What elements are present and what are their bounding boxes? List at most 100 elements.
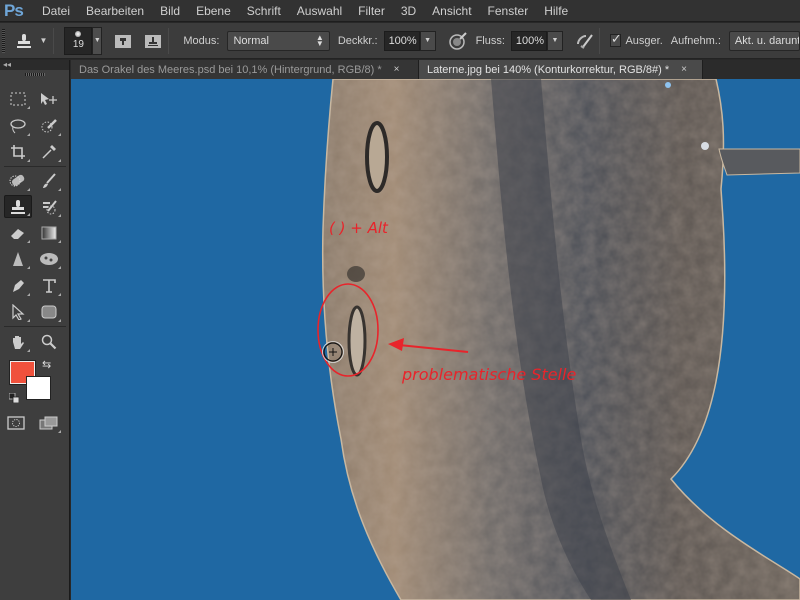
tool-crop[interactable] [5, 141, 31, 163]
tool-preset-picker[interactable]: ▼ [15, 32, 47, 50]
screen-mode-icon [39, 416, 58, 430]
airbrush-icon [576, 33, 593, 49]
pressure-opacity-button[interactable] [448, 31, 468, 51]
hand-icon [13, 336, 24, 349]
quick-selection-icon [41, 119, 57, 133]
opacity-label: Deckkr.: [337, 34, 378, 47]
flow-label: Fluss: [475, 34, 505, 47]
menu-3d[interactable]: 3D [393, 0, 424, 22]
annotation-shortcut: ( ) + Alt [329, 219, 388, 237]
swap-colors-icon[interactable]: ⇆ [42, 358, 51, 371]
type-icon [43, 279, 56, 293]
menu-datei[interactable]: Datei [34, 0, 78, 22]
airbrush-button[interactable] [575, 31, 595, 51]
sponge-icon [40, 253, 58, 265]
toolbox-grip[interactable] [24, 73, 45, 76]
blur-icon [13, 252, 23, 266]
tab-label: Das Orakel des Meeres.psd bei 10,1% (Hin… [79, 63, 382, 76]
arrow-cursor-icon [12, 304, 25, 320]
flow-value[interactable]: 100% [510, 30, 547, 51]
move-icon [41, 93, 57, 105]
flow-field[interactable]: 100% ▼ [510, 30, 563, 51]
options-bar: ▼ 19 ▼ Modus: Normal ▲ ▼ Deckkr.: 100% ▼ … [0, 23, 800, 59]
menu-fenster[interactable]: Fenster [480, 0, 537, 22]
opacity-field[interactable]: 100% ▼ [383, 30, 436, 51]
tool-clone-stamp[interactable] [4, 195, 32, 218]
rounded-rectangle-icon [41, 305, 57, 319]
document-canvas[interactable]: ( ) + Alt problematische Stelle [71, 79, 800, 600]
aligned-checkbox[interactable] [609, 31, 622, 47]
annotation-problem: problematische Stelle [402, 365, 577, 384]
menu-bar: Ps Datei Bearbeiten Bild Ebene Schrift A… [0, 0, 800, 22]
background-color-swatch[interactable] [26, 376, 51, 400]
menu-hilfe[interactable]: Hilfe [536, 0, 576, 22]
photoshop-logo: Ps [4, 0, 24, 20]
toggle-brush-panel-button[interactable] [114, 31, 132, 51]
tool-eyedropper[interactable] [36, 141, 62, 163]
bandage-icon [9, 174, 25, 187]
tool-path-selection[interactable] [5, 301, 31, 323]
menu-auswahl[interactable]: Auswahl [289, 0, 350, 22]
clone-stamp-icon [11, 199, 25, 214]
tool-pen[interactable] [5, 275, 31, 297]
options-bar-grip[interactable] [2, 28, 6, 53]
screen-mode-button[interactable] [36, 412, 62, 434]
aligned-label: Ausger. [625, 34, 663, 47]
flow-dropdown-button[interactable]: ▼ [546, 30, 563, 51]
tool-eraser[interactable] [5, 222, 31, 244]
tool-type[interactable] [36, 275, 62, 297]
quick-mask-button[interactable] [3, 412, 29, 434]
updown-icon: ▲ ▼ [315, 32, 324, 48]
document-tab-bar: Das Orakel des Meeres.psd bei 10,1% (Hin… [71, 60, 800, 79]
chevron-down-icon: ▼ [93, 37, 101, 44]
tool-healing-brush[interactable] [5, 170, 31, 192]
close-icon[interactable]: × [394, 64, 400, 75]
menu-bearbeiten[interactable]: Bearbeiten [78, 0, 152, 22]
menu-ansicht[interactable]: Ansicht [424, 0, 479, 22]
tool-gradient[interactable] [36, 222, 62, 244]
menu-bild[interactable]: Bild [152, 0, 188, 22]
tool-hand[interactable] [5, 331, 31, 353]
mode-select[interactable]: Normal ▲ ▼ [227, 30, 330, 51]
brush-size: 19 [72, 39, 84, 50]
tab-laterne[interactable]: Laterne.jpg bei 140% (Konturkorrektur, R… [419, 60, 703, 79]
menu-ebene[interactable]: Ebene [188, 0, 239, 22]
tool-brush[interactable] [36, 170, 62, 192]
toolbox-collapse-button[interactable]: ◂◂ [0, 60, 69, 70]
tool-dodge[interactable] [36, 248, 62, 270]
menu-schrift[interactable]: Schrift [239, 0, 289, 22]
crop-icon [11, 145, 25, 159]
close-icon[interactable]: × [681, 64, 687, 75]
gradient-icon [41, 226, 57, 240]
tool-move[interactable] [36, 88, 62, 110]
tool-zoom[interactable] [36, 331, 62, 353]
brush-picker[interactable]: 19 ▼ [64, 26, 103, 55]
menu-filter[interactable]: Filter [350, 0, 393, 22]
toggle-clone-source-panel-button[interactable] [144, 31, 162, 51]
tool-lasso[interactable] [5, 115, 31, 137]
tool-history-brush[interactable] [36, 196, 62, 218]
magnifier-icon [41, 334, 57, 350]
divider [53, 27, 55, 54]
divider [4, 166, 66, 167]
clone-source-icon [145, 34, 162, 48]
brush-preview[interactable]: 19 [64, 26, 93, 55]
brush-dropdown-button[interactable]: ▼ [92, 26, 103, 55]
history-brush-icon [43, 200, 57, 215]
tab-orakel[interactable]: Das Orakel des Meeres.psd bei 10,1% (Hin… [71, 60, 419, 79]
tool-rectangle[interactable] [36, 301, 62, 323]
divider [4, 326, 66, 327]
tool-quick-selection[interactable] [36, 115, 62, 137]
tool-marquee[interactable] [5, 88, 31, 110]
pressure-opacity-icon [448, 31, 467, 50]
tool-blur[interactable] [5, 248, 31, 270]
opacity-value[interactable]: 100% [383, 30, 420, 51]
eraser-icon [11, 229, 24, 239]
rectangular-marquee-icon [10, 92, 26, 106]
opacity-dropdown-button[interactable]: ▼ [419, 30, 436, 51]
clone-stamp-icon [17, 33, 32, 48]
pen-icon [13, 280, 24, 292]
default-colors-icon[interactable] [9, 393, 19, 403]
brush-tip-icon [75, 31, 82, 37]
sample-select[interactable]: Akt. u. darunter [728, 30, 800, 51]
